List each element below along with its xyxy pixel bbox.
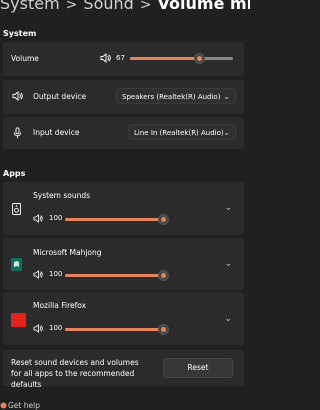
app-volume-value: 100 <box>49 270 63 278</box>
chevron-down-icon: ⌄ <box>223 92 230 101</box>
app-volume-slider-fill <box>65 328 163 331</box>
volume-card: Volume 67 <box>3 42 244 76</box>
app-volume-slider-fill <box>65 218 163 221</box>
app-volume-slider[interactable] <box>65 214 169 225</box>
breadcrumb: System > Sound > Volume mixer <box>0 0 250 17</box>
speaker-icon[interactable] <box>33 269 43 279</box>
app-volume-slider[interactable] <box>65 270 169 281</box>
system-section-label: System <box>3 29 37 38</box>
chevron-down-icon[interactable]: ⌄ <box>224 259 232 269</box>
app-card-system-sounds: System sounds 100 ⌄ <box>3 182 244 235</box>
app-volume-slider-thumb[interactable] <box>158 324 169 335</box>
chevron-down-icon: ⌄ <box>223 128 230 137</box>
input-device-value: Line In (Realtek(R) Audio) <box>134 129 224 137</box>
chevron-down-icon[interactable]: ⌄ <box>224 203 232 213</box>
speaker-icon[interactable] <box>33 323 43 333</box>
output-device-label: Output device <box>33 92 87 101</box>
input-device-dropdown[interactable]: Line In (Realtek(R) Audio) ⌄ <box>128 124 236 140</box>
app-card-firefox: Mozilla Firefox 100 ⌄ <box>3 292 244 345</box>
reset-description: Reset sound devices and volumes for all … <box>11 358 139 389</box>
mahjong-app-icon <box>11 258 22 271</box>
help-icon <box>0 402 7 409</box>
breadcrumb-system[interactable]: System <box>0 0 60 13</box>
app-name: Microsoft Mahjong <box>33 248 102 257</box>
breadcrumb-separator: > <box>65 0 78 13</box>
input-device-label: Input device <box>33 128 80 137</box>
speaker-icon[interactable] <box>33 213 43 223</box>
volume-slider[interactable] <box>130 53 233 64</box>
app-volume-slider-thumb[interactable] <box>158 214 169 225</box>
breadcrumb-sound[interactable]: Sound <box>83 0 133 13</box>
reset-button[interactable]: Reset <box>163 358 233 378</box>
app-card-mahjong: Microsoft Mahjong 100 ⌄ <box>3 238 244 290</box>
volume-slider-thumb[interactable] <box>194 53 205 64</box>
app-volume-value: 100 <box>49 214 63 222</box>
output-device-dropdown[interactable]: Speakers (Realtek(R) Audio) ⌄ <box>116 88 236 104</box>
app-name: System sounds <box>33 191 91 200</box>
system-sounds-icon <box>11 202 21 215</box>
breadcrumb-separator: > <box>139 0 152 13</box>
app-volume-slider-thumb[interactable] <box>158 270 169 281</box>
volume-label: Volume <box>11 54 39 63</box>
firefox-app-icon <box>11 313 26 327</box>
output-device-card: Output device Speakers (Realtek(R) Audio… <box>3 80 244 114</box>
speaker-icon[interactable] <box>99 52 111 64</box>
volume-slider-fill <box>130 57 199 60</box>
volume-value: 67 <box>116 54 125 62</box>
app-volume-value: 100 <box>49 324 63 332</box>
input-device-card: Input device Line In (Realtek(R) Audio) … <box>3 117 244 149</box>
apps-section-label: Apps <box>3 169 26 178</box>
app-volume-slider-fill <box>65 274 163 277</box>
app-name: Mozilla Firefox <box>33 301 87 310</box>
chevron-down-icon[interactable]: ⌄ <box>224 314 232 324</box>
page-title: Volume mixer <box>157 0 250 13</box>
microphone-icon <box>12 126 22 140</box>
speaker-icon <box>11 90 23 102</box>
app-volume-slider[interactable] <box>65 324 169 335</box>
output-device-value: Speakers (Realtek(R) Audio) <box>122 93 221 101</box>
